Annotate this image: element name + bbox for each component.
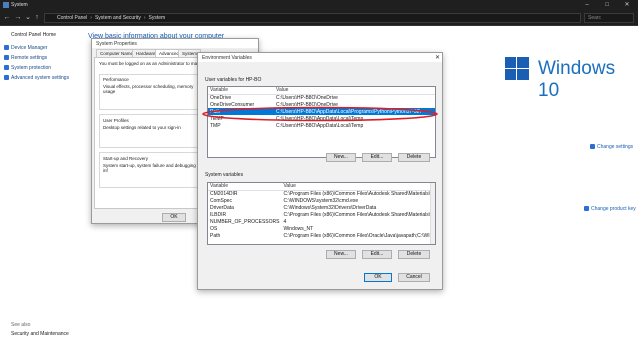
user-profiles-group: User Profiles Desktop settings related t…	[99, 114, 199, 148]
startup-group: Start-up and Recovery System start-up, s…	[99, 152, 199, 188]
variable-value-cell: C:\Program Files (x86)\Common Files\Auto…	[283, 190, 431, 197]
back-arrow-icon[interactable]: ←	[3, 14, 11, 22]
variable-value-cell: C:\Users\HP-B8O\OneDrive	[276, 94, 338, 101]
minimize-button[interactable]: –	[577, 0, 597, 10]
sidebar-item-remote-settings[interactable]: Remote settings	[4, 55, 47, 61]
profiles-desc: Desktop settings related to your sign-in	[103, 125, 181, 130]
window-titlebar: System – □ ✕	[0, 0, 638, 10]
table-row[interactable]: OS Windows_NT	[208, 225, 435, 232]
highlight-annotation	[202, 106, 438, 122]
variable-value-cell: Windows_NT	[283, 225, 314, 232]
table-row[interactable]: OneDrive C:\Users\HP-B8O\OneDrive	[208, 94, 435, 101]
shield-icon	[4, 55, 9, 61]
environment-variables-dialog: Environment Variables ✕ User variables f…	[197, 52, 443, 290]
breadcrumb-system-security[interactable]: System and Security	[95, 15, 141, 21]
system-edit-button[interactable]: Edit...	[362, 250, 392, 259]
variable-name-cell: NUMBER_OF_PROCESSORS	[210, 218, 280, 225]
performance-desc: Visual effects, processor scheduling, me…	[103, 84, 194, 94]
startup-title: Start-up and Recovery	[103, 156, 149, 161]
col-value[interactable]: Value	[281, 183, 435, 191]
user-new-button[interactable]: New...	[326, 153, 356, 162]
system-icon	[3, 2, 9, 8]
table-row[interactable]: TMP C:\Users\HP-B8O\AppData\Local\Temp	[208, 122, 435, 129]
shield-icon	[4, 45, 9, 51]
user-edit-button[interactable]: Edit...	[362, 153, 392, 162]
window-title: System	[11, 2, 28, 8]
windows-logo-icon	[505, 57, 529, 81]
search-input[interactable]: Searc	[584, 13, 634, 23]
close-icon[interactable]: ✕	[435, 54, 440, 61]
recent-dropdown-icon[interactable]: ⌄	[24, 14, 32, 22]
variable-name-cell: DriverData	[210, 204, 234, 211]
user-vars-list[interactable]: Variable Value OneDrive C:\Users\HP-B8O\O…	[207, 86, 436, 158]
sidebar-item-device-manager[interactable]: Device Manager	[4, 45, 47, 51]
variable-value-cell: C:\Windows\System32\Drivers\DriverData	[283, 204, 377, 211]
system-vars-list[interactable]: Variable Value CM2014DIR C:\Program Files…	[207, 182, 436, 245]
sidebar-item-system-protection[interactable]: System protection	[4, 65, 51, 71]
variable-name-cell: TMP	[210, 122, 221, 129]
control-panel-home-link[interactable]: Control Panel Home	[11, 32, 56, 38]
variable-value-cell: C:\Program Files (x86)\Common Files\Auto…	[283, 211, 431, 218]
table-row[interactable]: NUMBER_OF_PROCESSORS 4	[208, 218, 435, 225]
maximize-button[interactable]: □	[597, 0, 617, 10]
tab-computer-name[interactable]: Computer Name	[96, 49, 138, 57]
variable-name-cell: Path	[210, 232, 221, 239]
shield-icon	[4, 75, 9, 81]
change-product-key-link[interactable]: Change product key	[584, 206, 636, 212]
performance-title: Performance	[103, 77, 129, 82]
variable-name-cell: OneDrive	[210, 94, 232, 101]
variable-value-cell: C:\Users\HP-B8O\AppData\Local\Temp	[276, 122, 364, 129]
table-row[interactable]: ComSpec C:\WINDOWS\system32\cmd.exe	[208, 197, 435, 204]
shield-icon	[584, 206, 589, 212]
variable-name-cell: CM2014DIR	[210, 190, 238, 197]
col-variable[interactable]: Variable	[208, 183, 282, 191]
col-variable[interactable]: Variable	[208, 87, 274, 95]
system-properties-ok-button[interactable]: OK	[162, 213, 186, 222]
system-new-button[interactable]: New...	[326, 250, 356, 259]
variable-name-cell: ComSpec	[210, 197, 232, 204]
user-delete-button[interactable]: Delete	[398, 153, 430, 162]
admin-note: You must be logged on as an Administrato…	[99, 61, 202, 66]
sidebar-item-advanced-settings[interactable]: Advanced system settings	[4, 75, 69, 81]
table-row[interactable]: CM2014DIR C:\Program Files (x86)\Common F…	[208, 190, 435, 197]
breadcrumb-system[interactable]: System	[149, 15, 166, 21]
user-vars-label: User variables for HP-BO	[205, 77, 262, 83]
address-field[interactable]: Control Panel › System and Security › System	[44, 13, 581, 23]
system-properties-title: System Properties	[92, 39, 258, 48]
startup-desc: System start-up, system failure and debu…	[103, 163, 196, 173]
table-row[interactable]: ILBDIR C:\Program Files (x86)\Common File…	[208, 211, 435, 218]
security-maintenance-link[interactable]: Security and Maintenance	[11, 331, 69, 337]
env-cancel-button[interactable]: Cancel	[398, 273, 430, 282]
variable-name-cell: ILBDIR	[210, 211, 227, 218]
table-row[interactable]: DriverData C:\Windows\System32\Drivers\Dr…	[208, 204, 435, 211]
system-vars-table: Variable Value CM2014DIR C:\Program Files…	[208, 183, 435, 239]
forward-arrow-icon[interactable]: →	[14, 14, 22, 22]
variable-name-cell: OS	[210, 225, 218, 232]
env-vars-title: Environment Variables	[198, 53, 442, 62]
variable-value-cell: C:\Program Files (x86)\Common Files\Orac…	[283, 232, 435, 239]
system-delete-button[interactable]: Delete	[398, 250, 430, 259]
system-vars-label: System variables	[205, 172, 244, 178]
windows-brand-text: Windows 10	[538, 58, 616, 101]
scrollbar[interactable]	[430, 183, 435, 244]
variable-value-cell: 4	[283, 218, 287, 225]
see-also-label: See also	[11, 322, 31, 328]
address-bar-row: ← → ⌄ ↑ Control Panel › System and Securit…	[0, 10, 638, 26]
up-arrow-icon[interactable]: ↑	[33, 14, 41, 22]
table-row[interactable]: Path C:\Program Files (x86)\Common Files\…	[208, 232, 435, 239]
env-ok-button[interactable]: OK	[364, 273, 392, 282]
performance-group: Performance Visual effects, processor sc…	[99, 74, 199, 110]
variable-value-cell: C:\WINDOWS\system32\cmd.exe	[283, 197, 359, 204]
col-value[interactable]: Value	[274, 87, 435, 95]
breadcrumb-control-panel[interactable]: Control Panel	[57, 15, 87, 21]
close-button[interactable]: ✕	[617, 0, 637, 10]
shield-icon	[590, 144, 595, 150]
shield-icon	[4, 65, 9, 71]
profiles-title: User Profiles	[103, 118, 129, 123]
change-settings-link[interactable]: Change settings	[590, 144, 633, 150]
